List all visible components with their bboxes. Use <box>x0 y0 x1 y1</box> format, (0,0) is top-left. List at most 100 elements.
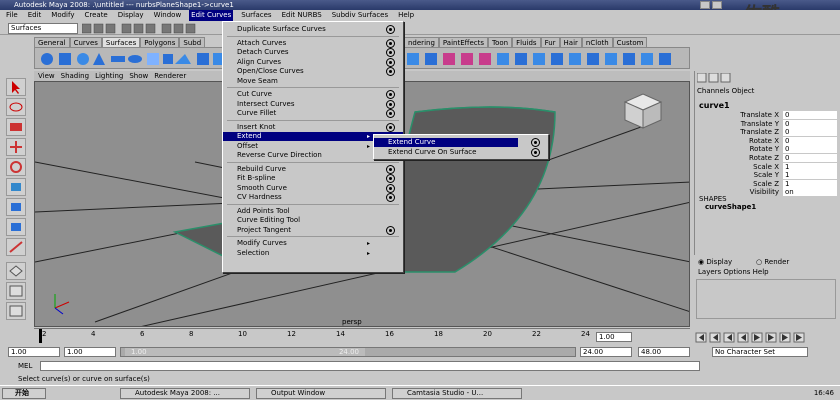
start-time-field[interactable]: 1.00 <box>8 347 60 357</box>
channel-row-translate-z[interactable]: Translate Z 0 <box>695 128 840 137</box>
channel-value[interactable]: on <box>783 188 837 197</box>
playback-start-field[interactable]: 1.00 <box>64 347 116 357</box>
manipulator-tool-icon[interactable] <box>6 198 26 216</box>
last-tool-icon[interactable] <box>6 238 26 256</box>
menu-edit-nurbs[interactable]: Edit NURBS <box>280 10 324 21</box>
menu-item-move-seam[interactable]: Move Seam <box>223 77 403 86</box>
shelf-tab-general[interactable]: General <box>34 37 70 47</box>
command-input[interactable] <box>40 361 700 371</box>
channel-row-scale-z[interactable]: Scale Z 1 <box>695 179 840 188</box>
layout-two-icon[interactable] <box>6 302 26 320</box>
submenu-item-extend-curve-on-surface[interactable]: Extend Curve On Surface <box>374 148 539 157</box>
option-box-icon[interactable] <box>387 68 394 75</box>
option-box-icon[interactable] <box>387 184 394 192</box>
start-button[interactable]: 开始 <box>2 388 46 399</box>
menu-create[interactable]: Create <box>82 10 109 21</box>
option-box-icon[interactable] <box>387 58 394 66</box>
menu-edit-curves[interactable]: Edit Curves <box>189 10 234 21</box>
time-slider[interactable]: 2 4 6 8 10 12 14 16 18 20 22 24 <box>34 328 690 344</box>
channel-row-rotate-x[interactable]: Rotate X 0 <box>695 136 840 145</box>
option-box-icon[interactable] <box>387 91 394 98</box>
taskbar-button[interactable]: Output Window <box>256 388 386 399</box>
menu-item-attach-curves[interactable]: Attach Curves <box>223 39 403 48</box>
menu-set-dropdown[interactable]: Surfaces <box>8 23 78 34</box>
selected-object-name[interactable]: curve1 <box>699 101 730 110</box>
menu-surfaces[interactable]: Surfaces <box>239 10 273 21</box>
menu-item-cut-curve[interactable]: Cut Curve <box>223 90 403 99</box>
menu-item-selection[interactable]: Selection ▸ <box>223 249 403 258</box>
channel-row-rotate-z[interactable]: Rotate Z 0 <box>695 154 840 162</box>
shelf-tab-toon[interactable]: Toon <box>488 37 513 47</box>
channel-box-icons[interactable] <box>697 73 757 83</box>
channel-value[interactable]: 0 <box>783 128 837 137</box>
menu-item-fit-b-spline[interactable]: Fit B-spline <box>223 174 403 183</box>
shelf-tab-ncloth[interactable]: nCloth <box>581 37 613 47</box>
menu-item-rebuild-curve[interactable]: Rebuild Curve <box>223 165 403 174</box>
channel-box-tabs[interactable]: Channels Object <box>697 87 754 95</box>
menu-item-curve-editing-tool[interactable]: Curve Editing Tool <box>223 216 403 225</box>
shelf-tab-curves[interactable]: Curves <box>69 37 102 47</box>
current-time-marker[interactable] <box>39 329 42 343</box>
command-language-label[interactable]: MEL <box>18 362 32 370</box>
shelf-tab-ndering[interactable]: ndering <box>404 37 439 47</box>
select-tool-icon[interactable] <box>6 78 26 96</box>
option-box-icon[interactable] <box>387 110 394 117</box>
menu-display[interactable]: Display <box>116 10 146 21</box>
display-radio[interactable]: ◉ Display <box>698 258 732 266</box>
channel-value[interactable]: 0 <box>783 111 837 119</box>
menu-item-open-close-curves[interactable]: Open/Close Curves <box>223 67 403 76</box>
option-box-icon[interactable] <box>532 139 539 146</box>
channel-row-rotate-y[interactable]: Rotate Y 0 <box>695 145 840 154</box>
maximize-button[interactable] <box>712 1 722 9</box>
menu-item-smooth-curve[interactable]: Smooth Curve <box>223 184 403 193</box>
channel-value[interactable]: 1 <box>783 171 837 180</box>
viewport-menu-shading[interactable]: Shading <box>61 71 89 81</box>
scale-tool-icon[interactable] <box>6 178 26 196</box>
option-box-icon[interactable] <box>387 49 394 56</box>
view-cube-icon[interactable] <box>623 93 663 129</box>
end-time-field[interactable]: 48.00 <box>638 347 690 357</box>
menu-window[interactable]: Window <box>152 10 184 21</box>
channel-value[interactable]: 0 <box>783 145 837 154</box>
channel-row-translate-x[interactable]: Translate X 0 <box>695 111 840 119</box>
minimize-button[interactable] <box>700 1 710 9</box>
option-box-icon[interactable] <box>387 100 394 108</box>
layer-list[interactable] <box>696 279 836 319</box>
channel-row-translate-y[interactable]: Translate Y 0 <box>695 119 840 128</box>
playback-controls[interactable] <box>694 330 834 344</box>
option-box-icon[interactable] <box>387 226 394 234</box>
shelf-tab-polygons[interactable]: Polygons <box>140 37 180 47</box>
menu-subdiv-surfaces[interactable]: Subdiv Surfaces <box>330 10 390 21</box>
menu-help[interactable]: Help <box>396 10 416 21</box>
shape-name[interactable]: curveShape1 <box>705 203 756 211</box>
channel-value[interactable]: 1 <box>783 162 837 171</box>
channel-value[interactable]: 0 <box>783 154 837 162</box>
rotate-tool-icon[interactable] <box>6 158 26 176</box>
menu-edit[interactable]: Edit <box>26 10 44 21</box>
current-frame-field[interactable]: 1.00 <box>596 332 632 342</box>
layout-four-icon[interactable] <box>6 282 26 300</box>
menu-modify[interactable]: Modify <box>49 10 76 21</box>
menu-item-modify-curves[interactable]: Modify Curves ▸ <box>223 239 403 248</box>
option-box-icon[interactable] <box>387 194 394 201</box>
menu-item-add-points-tool[interactable]: Add Points Tool <box>223 207 403 216</box>
channel-row-scale-x[interactable]: Scale X 1 <box>695 162 840 171</box>
option-box-icon[interactable] <box>387 26 394 33</box>
menu-item-cv-hardness[interactable]: CV Hardness <box>223 193 403 202</box>
menu-item-duplicate-surface-curves[interactable]: Duplicate Surface Curves <box>223 25 403 34</box>
range-slider-handle[interactable]: 1.00 24.00 <box>125 348 365 356</box>
channel-value[interactable]: 0 <box>783 136 837 145</box>
channel-row-scale-y[interactable]: Scale Y 1 <box>695 171 840 180</box>
shelf-tab-fluids[interactable]: Fluids <box>512 37 541 47</box>
character-set-dropdown[interactable]: No Character Set <box>712 347 808 357</box>
shelf-tab-fur[interactable]: Fur <box>540 37 560 47</box>
render-radio[interactable]: ○ Render <box>756 258 789 266</box>
channel-value[interactable]: 1 <box>783 179 837 188</box>
menu-item-project-tangent[interactable]: Project Tangent <box>223 226 403 235</box>
menu-file[interactable]: File <box>4 10 20 21</box>
option-box-icon[interactable] <box>387 123 394 131</box>
menu-item-intersect-curves[interactable]: Intersect Curves <box>223 100 403 109</box>
channel-value[interactable]: 0 <box>783 119 837 128</box>
playback-end-field[interactable]: 24.00 <box>580 347 632 357</box>
option-box-icon[interactable] <box>387 165 394 173</box>
